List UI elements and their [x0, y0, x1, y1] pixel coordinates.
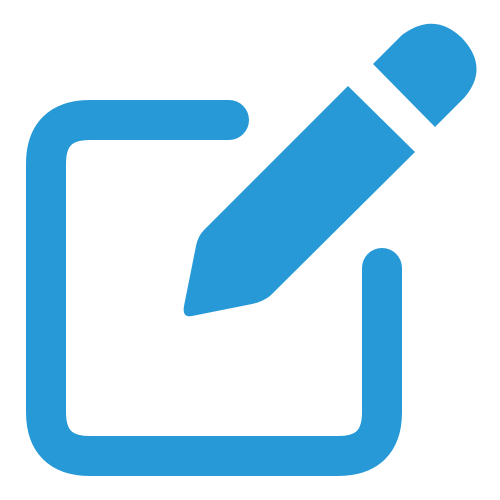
edit-icon — [26, 23, 477, 476]
edit-icon-canvas — [0, 0, 500, 500]
pencil-cap-icon — [373, 23, 477, 127]
